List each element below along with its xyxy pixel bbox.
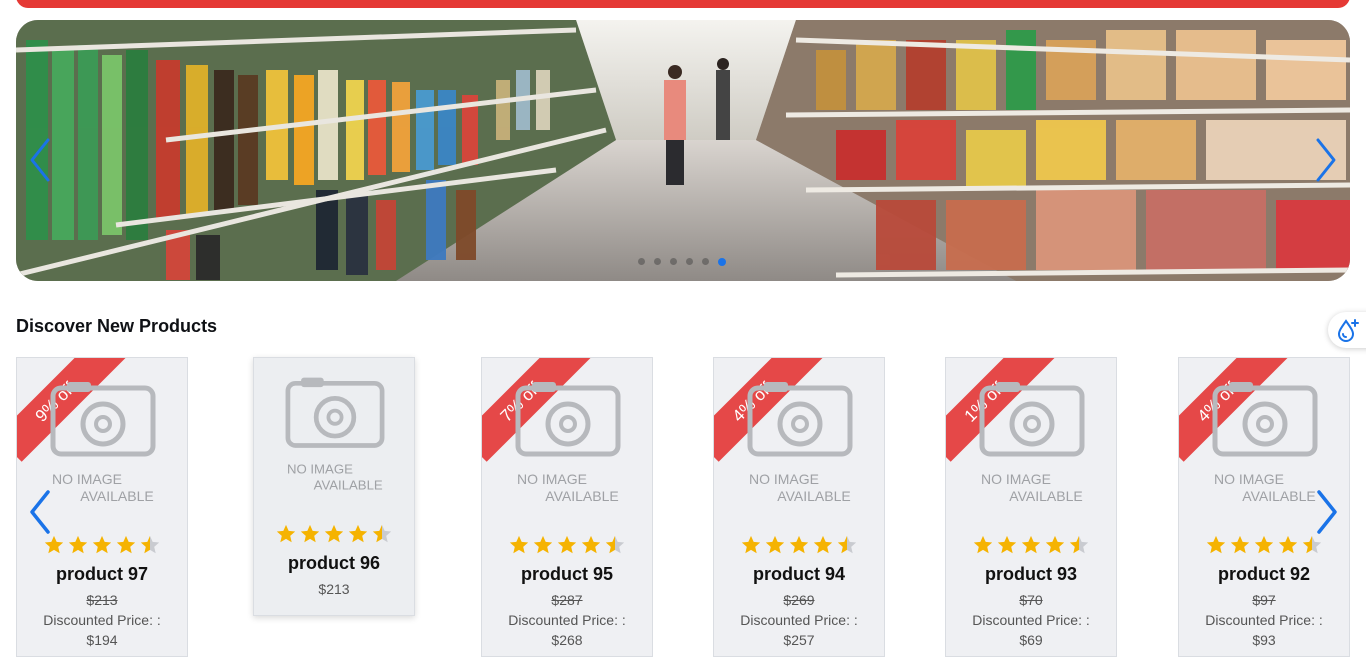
placeholder-text-line2: AVAILABLE — [314, 478, 383, 493]
star-icon — [509, 535, 529, 554]
carousel-dot-1[interactable] — [638, 258, 645, 265]
product-card[interactable]: 4% off NO IMAGE AVAILABLE product 94 $26… — [713, 357, 885, 657]
no-image-placeholder: NO IMAGE AVAILABLE — [285, 377, 385, 493]
star-icon — [68, 535, 88, 554]
discounted-price: $257 — [783, 632, 815, 648]
original-price: $70 — [1019, 592, 1043, 608]
star-rating — [714, 534, 884, 556]
carousel-dot-3[interactable] — [670, 258, 677, 265]
star-icon — [1230, 535, 1250, 554]
star-icon — [997, 535, 1017, 554]
star-icon — [1254, 535, 1274, 554]
discounted-price-label: Discounted Price: : — [1205, 612, 1323, 628]
star-icon — [1045, 535, 1065, 554]
star-icon — [92, 535, 112, 554]
placeholder-text-line2: AVAILABLE — [545, 488, 618, 504]
product-name: product 93 — [984, 564, 1077, 584]
star-icon — [605, 535, 625, 554]
star-icon — [372, 524, 392, 543]
no-image-placeholder: NO IMAGE AVAILABLE — [515, 382, 621, 504]
product-card[interactable]: NO IMAGE AVAILABLE product 96 $213 — [253, 357, 415, 616]
hero-banner-carousel[interactable] — [16, 20, 1350, 281]
product-name: product 96 — [287, 553, 380, 573]
product-price: $213 — [318, 581, 350, 597]
star-icon — [789, 535, 809, 554]
star-icon — [348, 524, 368, 543]
star-icon — [276, 524, 296, 543]
star-icon — [837, 535, 857, 554]
star-icon — [300, 524, 320, 543]
star-icon — [765, 535, 785, 554]
star-icon — [741, 535, 761, 554]
star-icon — [324, 524, 344, 543]
star-icon — [1206, 535, 1226, 554]
banner-prev-arrow-icon[interactable] — [20, 130, 60, 190]
placeholder-text-line1: NO IMAGE — [981, 471, 1051, 487]
placeholder-text-line2: AVAILABLE — [80, 488, 153, 504]
products-next-arrow-icon[interactable] — [1309, 484, 1345, 540]
placeholder-text-line1: NO IMAGE — [517, 471, 587, 487]
placeholder-text-line2: AVAILABLE — [1242, 488, 1315, 504]
accessibility-button[interactable] — [1328, 312, 1366, 348]
product-card[interactable]: 7% off NO IMAGE AVAILABLE product 95 $28… — [481, 357, 653, 657]
discounted-price-label: Discounted Price: : — [972, 612, 1090, 628]
star-icon — [1021, 535, 1041, 554]
star-icon — [581, 535, 601, 554]
placeholder-text-line1: NO IMAGE — [52, 471, 122, 487]
discounted-price-label: Discounted Price: : — [43, 612, 161, 628]
no-image-placeholder: NO IMAGE AVAILABLE — [747, 382, 853, 504]
carousel-dot-2[interactable] — [654, 258, 661, 265]
original-price: $287 — [551, 592, 583, 608]
product-name: product 97 — [55, 564, 148, 584]
star-icon — [557, 535, 577, 554]
carousel-dot-6[interactable] — [718, 257, 726, 266]
product-name: product 94 — [752, 564, 845, 584]
placeholder-text-line2: AVAILABLE — [1009, 488, 1082, 504]
section-title: Discover New Products — [16, 316, 218, 336]
star-rating — [946, 534, 1116, 556]
product-card[interactable]: 1% off NO IMAGE AVAILABLE product 93 $70… — [945, 357, 1117, 657]
star-rating — [482, 534, 652, 556]
discounted-price-label: Discounted Price: : — [508, 612, 626, 628]
placeholder-text-line1: NO IMAGE — [749, 471, 819, 487]
discounted-price: $93 — [1252, 632, 1276, 648]
header-bar — [16, 0, 1350, 8]
products-prev-arrow-icon[interactable] — [22, 484, 58, 540]
star-icon — [533, 535, 553, 554]
product-name: product 92 — [1217, 564, 1310, 584]
star-rating — [254, 523, 414, 545]
star-icon — [973, 535, 993, 554]
star-icon — [140, 535, 160, 554]
discounted-price-label: Discounted Price: : — [740, 612, 858, 628]
placeholder-text-line2: AVAILABLE — [777, 488, 850, 504]
original-price: $213 — [86, 592, 118, 608]
placeholder-text-line1: NO IMAGE — [1214, 471, 1284, 487]
placeholder-text-line1: NO IMAGE — [287, 462, 353, 477]
no-image-placeholder: NO IMAGE AVAILABLE — [979, 382, 1085, 504]
original-price: $97 — [1252, 592, 1276, 608]
product-name: product 95 — [520, 564, 613, 584]
star-icon — [813, 535, 833, 554]
water-drop-sparkle-icon — [1337, 319, 1359, 342]
supermarket-aisle-image — [16, 20, 1350, 281]
banner-next-arrow-icon[interactable] — [1306, 130, 1346, 190]
star-icon — [1069, 535, 1089, 554]
discounted-price: $194 — [86, 632, 118, 648]
original-price: $269 — [783, 592, 815, 608]
carousel-pagination — [638, 257, 726, 266]
star-icon — [116, 535, 136, 554]
discounted-price: $69 — [1019, 632, 1043, 648]
carousel-dot-4[interactable] — [686, 258, 693, 265]
carousel-dot-5[interactable] — [702, 258, 709, 265]
star-icon — [1278, 535, 1298, 554]
discounted-price: $268 — [551, 632, 583, 648]
